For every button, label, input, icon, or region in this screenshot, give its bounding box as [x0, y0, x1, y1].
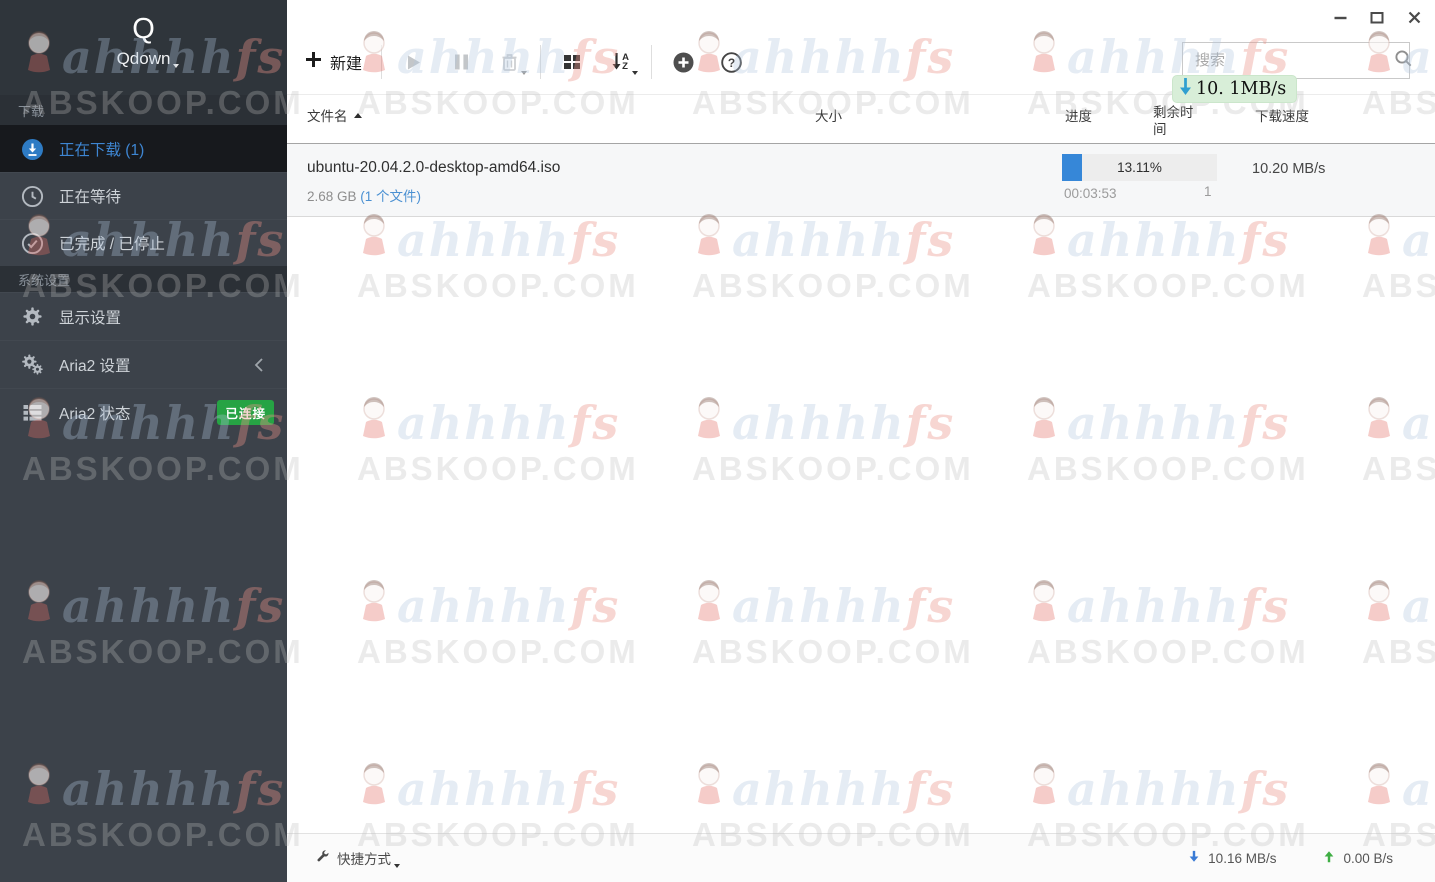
sidebar-section-settings: 系统设置	[0, 266, 287, 292]
help-button[interactable]: ?	[719, 50, 743, 74]
sidebar-item-label: Aria2 设置	[59, 354, 131, 376]
sidebar-item-display-settings[interactable]: 显示设置	[0, 292, 287, 340]
caret-down-icon	[521, 71, 527, 75]
main-area: 新建	[287, 0, 1435, 882]
new-task-label: 新建	[330, 50, 362, 74]
plus-icon	[305, 51, 322, 73]
new-task-button[interactable]: 新建	[305, 50, 362, 74]
column-header-filename[interactable]: 文件名	[307, 105, 362, 125]
sort-az-button[interactable]: AZ	[608, 50, 632, 74]
sidebar: Q Qdown 下载 正在下载 (1)	[0, 0, 287, 882]
column-header-progress[interactable]: 进度	[1065, 105, 1092, 125]
sidebar-item-label: Aria2 状态	[59, 402, 131, 424]
download-filename: ubuntu-20.04.2.0-desktop-amd64.iso	[307, 159, 560, 177]
sidebar-item-aria2-settings[interactable]: Aria2 设置	[0, 340, 287, 388]
sidebar-item-waiting[interactable]: 正在等待	[0, 172, 287, 219]
sidebar-item-downloading[interactable]: 正在下载 (1)	[0, 125, 287, 172]
chevron-left-icon[interactable]	[253, 357, 265, 373]
sidebar-section-download: 下载	[0, 95, 287, 125]
column-header-remaining[interactable]: 剩余时间	[1153, 105, 1203, 139]
search-box	[1182, 42, 1410, 79]
download-circle-icon	[21, 138, 44, 161]
column-header-speed[interactable]: 下载速度	[1255, 105, 1309, 125]
progress-percent-label: 13.11%	[1062, 154, 1217, 181]
connected-badge: 已连接	[217, 400, 274, 425]
logo-q-icon: Q	[0, 13, 287, 46]
toolbar-separator	[540, 45, 541, 79]
sidebar-item-aria2-status[interactable]: Aria2 状态 已连接	[0, 388, 287, 436]
download-size: 2.68 GB	[307, 189, 357, 204]
toolbar-separator	[381, 45, 382, 79]
sort-az-letters: AZ	[622, 53, 629, 71]
search-input[interactable]	[1195, 52, 1394, 69]
add-circle-button[interactable]	[671, 50, 695, 74]
status-speeds: 10.16 MB/s 0.00 B/s	[1187, 849, 1393, 867]
shortcut-button[interactable]: 快捷方式	[315, 848, 391, 868]
speed-tooltip-label: 10. 1MB/s	[1196, 79, 1286, 99]
sidebar-item-label: 正在等待	[59, 185, 121, 207]
check-circle-icon	[21, 232, 44, 255]
delete-button[interactable]	[497, 50, 521, 74]
pause-button[interactable]	[449, 50, 473, 74]
download-list-empty-space	[287, 217, 1435, 833]
gear-icon	[21, 305, 44, 328]
gears-icon	[21, 353, 44, 376]
wrench-icon	[315, 849, 330, 867]
minimize-button[interactable]	[1332, 9, 1348, 25]
caret-down-icon	[173, 64, 179, 68]
search-icon[interactable]	[1394, 49, 1413, 73]
upload-arrow-icon	[1322, 849, 1336, 867]
toolbar-separator	[651, 45, 652, 79]
statusbar: 快捷方式 10.16 MB/s 0.00 B/s	[287, 833, 1435, 882]
download-arrow-icon	[1177, 77, 1194, 101]
file-count-link[interactable]: (1 个文件)	[360, 189, 421, 204]
sidebar-item-label: 已完成 / 已停止	[59, 232, 165, 254]
download-speed-value: 10.20 MB/s	[1252, 161, 1325, 177]
download-meta: 2.68 GB (1 个文件)	[307, 185, 421, 205]
global-download-speed: 10.16 MB/s	[1187, 849, 1276, 867]
column-header-size[interactable]: 大小	[815, 105, 842, 125]
progress-bar: 13.11%	[1062, 154, 1217, 181]
maximize-button[interactable]	[1369, 9, 1385, 25]
qdown-window: Q Qdown 下载 正在下载 (1)	[0, 0, 1435, 882]
app-title-label: Qdown	[117, 49, 171, 68]
server-icon	[21, 401, 44, 424]
elapsed-time: 00:03:53	[1064, 186, 1117, 201]
start-button[interactable]	[401, 50, 425, 74]
connection-count: 1	[1204, 184, 1212, 199]
grid-view-button[interactable]	[560, 50, 584, 74]
sidebar-item-label: 正在下载 (1)	[59, 138, 144, 160]
clock-circle-icon	[21, 185, 44, 208]
shortcut-label: 快捷方式	[337, 848, 391, 868]
caret-down-icon	[632, 71, 638, 75]
window-controls	[1332, 9, 1422, 25]
download-arrow-icon	[1187, 849, 1201, 867]
speed-tooltip: 10. 1MB/s	[1172, 75, 1297, 103]
global-upload-speed: 0.00 B/s	[1322, 849, 1393, 867]
sidebar-item-label: 显示设置	[59, 306, 121, 328]
sidebar-item-completed[interactable]: 已完成 / 已停止	[0, 219, 287, 266]
download-row[interactable]: ubuntu-20.04.2.0-desktop-amd64.iso 2.68 …	[287, 144, 1435, 217]
caret-down-icon	[394, 864, 400, 868]
app-title[interactable]: Qdown	[117, 49, 171, 69]
close-button[interactable]	[1406, 9, 1422, 25]
svg-text:?: ?	[727, 56, 734, 70]
app-logo: Q Qdown	[0, 0, 287, 95]
sort-asc-icon	[354, 113, 362, 118]
